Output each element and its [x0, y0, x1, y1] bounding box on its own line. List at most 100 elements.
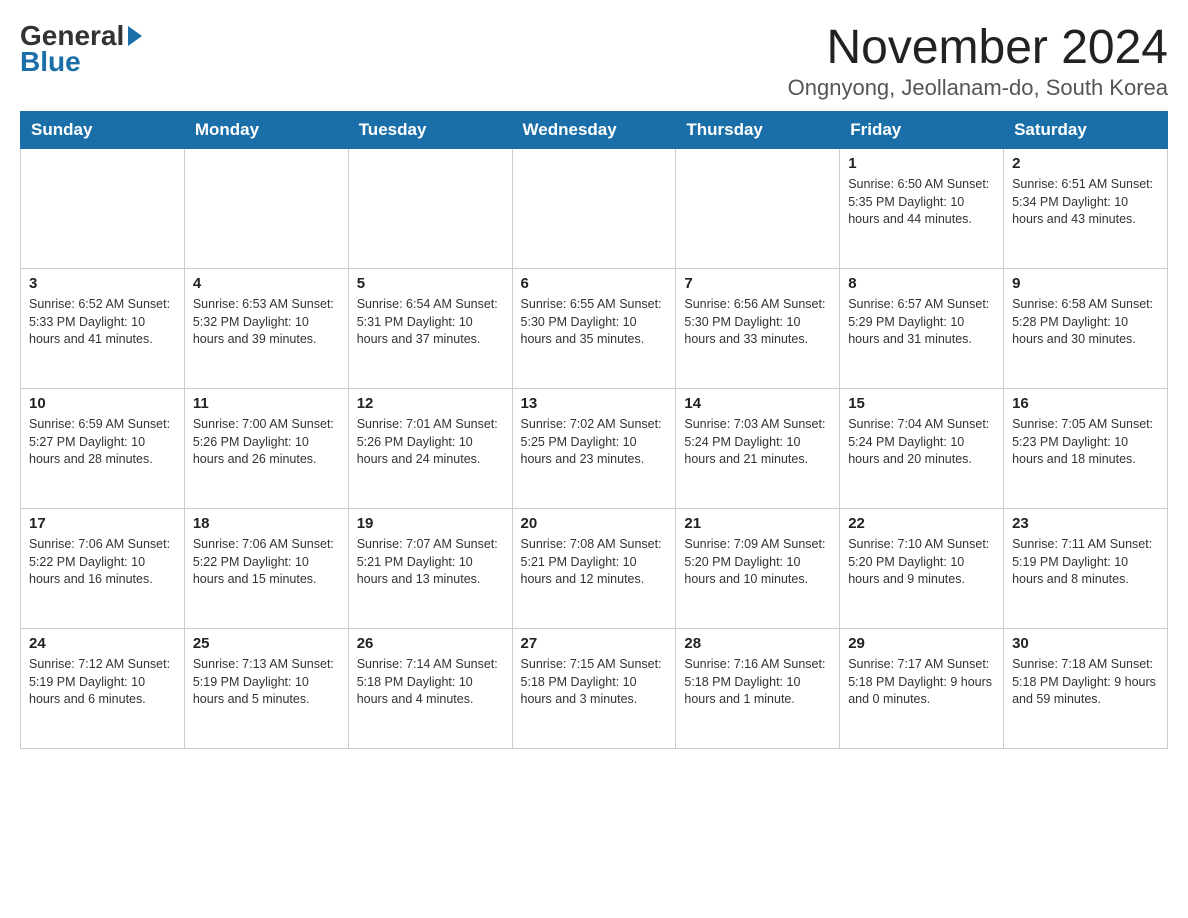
day-number: 20 [521, 515, 668, 532]
calendar-cell-w4-d1: 17 Sunrise: 7:06 AM Sunset: 5:22 PM Dayli… [21, 509, 185, 629]
calendar-cell-w5-d2: 25 Sunrise: 7:13 AM Sunset: 5:19 PM Dayli… [184, 629, 348, 749]
day-info: Sunrise: 7:18 AM Sunset: 5:18 PM Dayligh… [1012, 656, 1159, 709]
calendar-week-1: 1 Sunrise: 6:50 AM Sunset: 5:35 PM Daylig… [21, 149, 1168, 269]
day-info: Sunrise: 7:17 AM Sunset: 5:18 PM Dayligh… [848, 656, 995, 709]
calendar-cell-w3-d4: 13 Sunrise: 7:02 AM Sunset: 5:25 PM Dayli… [512, 389, 676, 509]
day-info: Sunrise: 6:57 AM Sunset: 5:29 PM Dayligh… [848, 296, 995, 349]
day-info: Sunrise: 7:04 AM Sunset: 5:24 PM Dayligh… [848, 416, 995, 469]
day-info: Sunrise: 7:16 AM Sunset: 5:18 PM Dayligh… [684, 656, 831, 709]
calendar-header-row: Sunday Monday Tuesday Wednesday Thursday… [21, 112, 1168, 149]
calendar-cell-w2-d4: 6 Sunrise: 6:55 AM Sunset: 5:30 PM Daylig… [512, 269, 676, 389]
day-info: Sunrise: 7:12 AM Sunset: 5:19 PM Dayligh… [29, 656, 176, 709]
calendar-week-3: 10 Sunrise: 6:59 AM Sunset: 5:27 PM Dayli… [21, 389, 1168, 509]
calendar-cell-w5-d5: 28 Sunrise: 7:16 AM Sunset: 5:18 PM Dayli… [676, 629, 840, 749]
location-label: Ongnyong, Jeollanam-do, South Korea [788, 75, 1168, 101]
calendar-cell-w1-d5 [676, 149, 840, 269]
day-number: 7 [684, 275, 831, 292]
day-number: 17 [29, 515, 176, 532]
day-number: 28 [684, 635, 831, 652]
day-info: Sunrise: 6:51 AM Sunset: 5:34 PM Dayligh… [1012, 176, 1159, 229]
calendar-cell-w1-d4 [512, 149, 676, 269]
logo-arrow-icon [128, 26, 142, 46]
day-info: Sunrise: 7:05 AM Sunset: 5:23 PM Dayligh… [1012, 416, 1159, 469]
day-number: 5 [357, 275, 504, 292]
day-number: 6 [521, 275, 668, 292]
calendar-cell-w5-d3: 26 Sunrise: 7:14 AM Sunset: 5:18 PM Dayli… [348, 629, 512, 749]
title-area: November 2024 Ongnyong, Jeollanam-do, So… [788, 20, 1168, 101]
day-number: 10 [29, 395, 176, 412]
day-number: 2 [1012, 155, 1159, 172]
day-number: 21 [684, 515, 831, 532]
calendar-cell-w4-d4: 20 Sunrise: 7:08 AM Sunset: 5:21 PM Dayli… [512, 509, 676, 629]
col-saturday: Saturday [1004, 112, 1168, 149]
day-number: 9 [1012, 275, 1159, 292]
day-info: Sunrise: 6:56 AM Sunset: 5:30 PM Dayligh… [684, 296, 831, 349]
calendar-cell-w5-d1: 24 Sunrise: 7:12 AM Sunset: 5:19 PM Dayli… [21, 629, 185, 749]
day-number: 1 [848, 155, 995, 172]
day-number: 23 [1012, 515, 1159, 532]
calendar-cell-w3-d2: 11Sunrise: 7:00 AM Sunset: 5:26 PM Dayli… [184, 389, 348, 509]
day-info: Sunrise: 7:06 AM Sunset: 5:22 PM Dayligh… [193, 536, 340, 589]
day-number: 14 [684, 395, 831, 412]
day-number: 13 [521, 395, 668, 412]
calendar-cell-w1-d3 [348, 149, 512, 269]
day-number: 22 [848, 515, 995, 532]
calendar-cell-w5-d6: 29 Sunrise: 7:17 AM Sunset: 5:18 PM Dayli… [840, 629, 1004, 749]
day-info: Sunrise: 6:52 AM Sunset: 5:33 PM Dayligh… [29, 296, 176, 349]
calendar-cell-w2-d2: 4Sunrise: 6:53 AM Sunset: 5:32 PM Daylig… [184, 269, 348, 389]
calendar-cell-w3-d3: 12Sunrise: 7:01 AM Sunset: 5:26 PM Dayli… [348, 389, 512, 509]
day-number: 27 [521, 635, 668, 652]
col-friday: Friday [840, 112, 1004, 149]
day-number: 15 [848, 395, 995, 412]
calendar-cell-w3-d5: 14 Sunrise: 7:03 AM Sunset: 5:24 PM Dayli… [676, 389, 840, 509]
day-number: 11 [193, 395, 340, 412]
col-tuesday: Tuesday [348, 112, 512, 149]
calendar-cell-w4-d7: 23 Sunrise: 7:11 AM Sunset: 5:19 PM Dayli… [1004, 509, 1168, 629]
logo: General Blue [20, 20, 142, 78]
calendar-cell-w4-d5: 21 Sunrise: 7:09 AM Sunset: 5:20 PM Dayli… [676, 509, 840, 629]
day-info: Sunrise: 6:55 AM Sunset: 5:30 PM Dayligh… [521, 296, 668, 349]
day-info: Sunrise: 7:02 AM Sunset: 5:25 PM Dayligh… [521, 416, 668, 469]
col-sunday: Sunday [21, 112, 185, 149]
day-number: 26 [357, 635, 504, 652]
calendar-cell-w2-d1: 3 Sunrise: 6:52 AM Sunset: 5:33 PM Daylig… [21, 269, 185, 389]
calendar-cell-w2-d7: 9 Sunrise: 6:58 AM Sunset: 5:28 PM Daylig… [1004, 269, 1168, 389]
calendar-cell-w5-d4: 27 Sunrise: 7:15 AM Sunset: 5:18 PM Dayli… [512, 629, 676, 749]
calendar-cell-w2-d6: 8Sunrise: 6:57 AM Sunset: 5:29 PM Daylig… [840, 269, 1004, 389]
day-number: 24 [29, 635, 176, 652]
day-info: Sunrise: 6:59 AM Sunset: 5:27 PM Dayligh… [29, 416, 176, 469]
day-info: Sunrise: 7:03 AM Sunset: 5:24 PM Dayligh… [684, 416, 831, 469]
day-number: 19 [357, 515, 504, 532]
col-monday: Monday [184, 112, 348, 149]
day-number: 16 [1012, 395, 1159, 412]
calendar-cell-w2-d3: 5Sunrise: 6:54 AM Sunset: 5:31 PM Daylig… [348, 269, 512, 389]
col-wednesday: Wednesday [512, 112, 676, 149]
day-number: 3 [29, 275, 176, 292]
day-number: 12 [357, 395, 504, 412]
col-thursday: Thursday [676, 112, 840, 149]
calendar-cell-w1-d2 [184, 149, 348, 269]
day-info: Sunrise: 6:58 AM Sunset: 5:28 PM Dayligh… [1012, 296, 1159, 349]
day-number: 30 [1012, 635, 1159, 652]
calendar-cell-w5-d7: 30 Sunrise: 7:18 AM Sunset: 5:18 PM Dayli… [1004, 629, 1168, 749]
day-info: Sunrise: 7:06 AM Sunset: 5:22 PM Dayligh… [29, 536, 176, 589]
day-info: Sunrise: 7:09 AM Sunset: 5:20 PM Dayligh… [684, 536, 831, 589]
calendar-cell-w1-d1 [21, 149, 185, 269]
page-header: General Blue November 2024 Ongnyong, Jeo… [20, 20, 1168, 101]
day-info: Sunrise: 7:11 AM Sunset: 5:19 PM Dayligh… [1012, 536, 1159, 589]
calendar-table: Sunday Monday Tuesday Wednesday Thursday… [20, 111, 1168, 749]
day-info: Sunrise: 7:15 AM Sunset: 5:18 PM Dayligh… [521, 656, 668, 709]
day-info: Sunrise: 7:08 AM Sunset: 5:21 PM Dayligh… [521, 536, 668, 589]
calendar-week-2: 3 Sunrise: 6:52 AM Sunset: 5:33 PM Daylig… [21, 269, 1168, 389]
day-number: 25 [193, 635, 340, 652]
calendar-week-5: 24 Sunrise: 7:12 AM Sunset: 5:19 PM Dayli… [21, 629, 1168, 749]
calendar-cell-w3-d1: 10 Sunrise: 6:59 AM Sunset: 5:27 PM Dayli… [21, 389, 185, 509]
month-title: November 2024 [788, 20, 1168, 75]
calendar-cell-w3-d7: 16 Sunrise: 7:05 AM Sunset: 5:23 PM Dayli… [1004, 389, 1168, 509]
calendar-week-4: 17 Sunrise: 7:06 AM Sunset: 5:22 PM Dayli… [21, 509, 1168, 629]
day-info: Sunrise: 7:14 AM Sunset: 5:18 PM Dayligh… [357, 656, 504, 709]
day-info: Sunrise: 7:13 AM Sunset: 5:19 PM Dayligh… [193, 656, 340, 709]
day-number: 29 [848, 635, 995, 652]
day-info: Sunrise: 7:07 AM Sunset: 5:21 PM Dayligh… [357, 536, 504, 589]
day-info: Sunrise: 6:50 AM Sunset: 5:35 PM Dayligh… [848, 176, 995, 229]
